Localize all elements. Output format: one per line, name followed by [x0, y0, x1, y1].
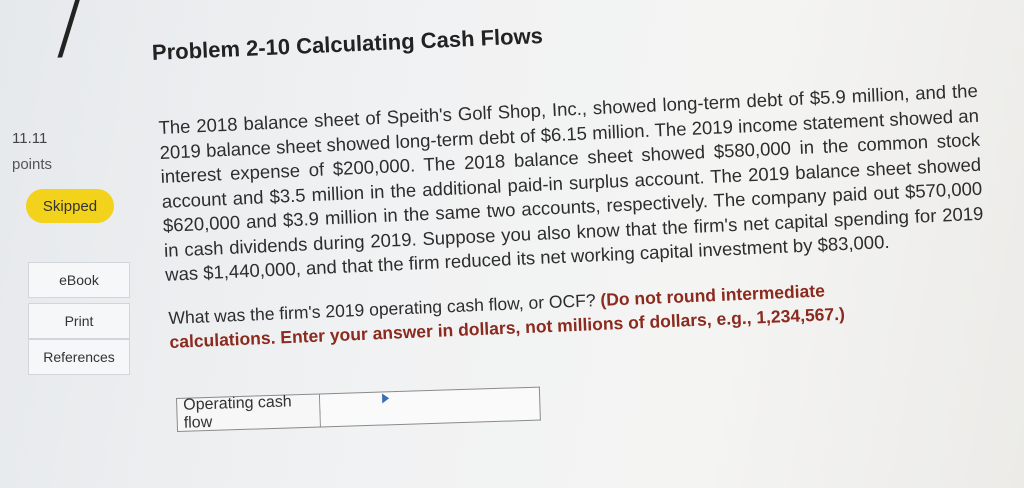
ebook-button[interactable]: eBook — [28, 262, 130, 298]
points-value: 11.11 — [12, 130, 48, 147]
points-label: points — [12, 156, 53, 173]
references-button[interactable]: References — [28, 339, 130, 375]
operating-cash-flow-input[interactable] — [319, 386, 541, 428]
input-marker-icon — [381, 393, 390, 404]
print-button[interactable]: Print — [28, 303, 130, 339]
question-prompt: What was the firm's 2019 operating cash … — [168, 274, 929, 354]
problem-statement: The 2018 balance sheet of Speith's Golf … — [158, 79, 984, 285]
answer-row: Operating cash flow — [176, 386, 541, 434]
operating-cash-flow-label: Operating cash flow — [176, 393, 321, 432]
problem-title: Problem 2-10 Calculating Cash Flows — [151, 22, 544, 65]
question-number: 7 — [32, 0, 99, 81]
skipped-status-badge[interactable]: Skipped — [26, 189, 114, 223]
